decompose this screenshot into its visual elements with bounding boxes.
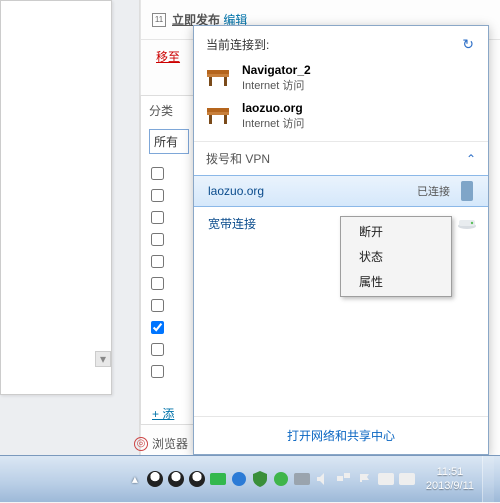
target-icon: ◎: [134, 437, 148, 451]
context-menu: 断开 状态 属性: [340, 216, 452, 297]
network-status: Internet 访问: [242, 118, 304, 130]
editor-textarea[interactable]: ▾: [0, 0, 112, 395]
tray-overflow-icon[interactable]: ▴: [125, 464, 145, 494]
network-entry[interactable]: Navigator_2 Internet 访问: [204, 59, 478, 97]
tray-qq-icon[interactable]: [187, 464, 208, 494]
context-menu-item-status[interactable]: 状态: [343, 244, 449, 269]
dialup-label: 拨号和 VPN: [206, 150, 270, 167]
category-checkbox[interactable]: [151, 272, 194, 294]
category-checkbox[interactable]: [151, 360, 194, 382]
tray-printer-icon[interactable]: [292, 464, 313, 494]
tray-qq-icon[interactable]: [166, 464, 187, 494]
browser-label: 浏览器: [152, 435, 188, 452]
category-checkbox[interactable]: [151, 162, 194, 184]
context-menu-item-disconnect[interactable]: 断开: [343, 219, 449, 244]
tray-shield-icon[interactable]: [250, 464, 271, 494]
editor-background: ▾: [0, 0, 140, 455]
tray-globe-icon[interactable]: [229, 464, 250, 494]
network-name: laozuo.org: [242, 101, 304, 115]
tray-ime-icon[interactable]: [397, 464, 418, 494]
connection-item-selected[interactable]: laozuo.org 已连接: [194, 175, 488, 207]
category-checkbox[interactable]: [151, 316, 194, 338]
refresh-icon[interactable]: ↻: [458, 34, 478, 55]
open-network-center-link[interactable]: 打开网络和共享中心: [194, 416, 488, 454]
category-checkbox[interactable]: [151, 184, 194, 206]
connection-name: laozuo.org: [208, 184, 417, 198]
category-header: 分类: [141, 96, 194, 125]
taskbar-clock[interactable]: 11:51 2013/9/11: [418, 465, 482, 493]
modem-icon: [456, 216, 478, 230]
clock-time: 11:51: [426, 465, 474, 479]
category-checkbox[interactable]: [151, 250, 194, 272]
current-networks: Navigator_2 Internet 访问 laozuo.org Inter…: [194, 59, 488, 142]
connection-state: 已连接: [417, 183, 450, 199]
context-menu-item-properties[interactable]: 属性: [343, 269, 449, 294]
tray-power-icon[interactable]: [376, 464, 397, 494]
system-tray: ▴ 11:51 2013/9/11: [125, 456, 500, 502]
tray-360-icon[interactable]: [271, 464, 292, 494]
server-icon: [456, 180, 478, 202]
category-checkbox[interactable]: [151, 294, 194, 316]
show-desktop-button[interactable]: [482, 456, 494, 503]
taskbar: ▴ 11:51 2013/9/11: [0, 455, 500, 502]
tray-u-icon[interactable]: [208, 464, 229, 494]
tray-action-center-icon[interactable]: [355, 464, 376, 494]
category-select[interactable]: 所有: [149, 129, 189, 154]
network-entry[interactable]: laozuo.org Internet 访问: [204, 97, 478, 135]
move-to-link[interactable]: 移至: [140, 48, 196, 65]
network-name: Navigator_2: [242, 63, 311, 77]
category-checkbox[interactable]: [151, 206, 194, 228]
calendar-icon: 11: [152, 13, 166, 27]
chevron-up-icon: ⌃: [466, 152, 476, 166]
add-category-link[interactable]: + 添: [152, 405, 174, 422]
category-checkbox[interactable]: [151, 338, 194, 360]
dialup-section-header[interactable]: 拨号和 VPN ⌃: [194, 142, 488, 175]
category-checklist: [141, 162, 194, 382]
category-box: 分类 所有: [140, 95, 195, 425]
category-checkbox[interactable]: [151, 228, 194, 250]
network-bench-icon: [204, 63, 232, 91]
tray-qq-icon[interactable]: [145, 464, 166, 494]
scroll-down-icon[interactable]: ▾: [95, 351, 111, 367]
clock-date: 2013/9/11: [426, 479, 474, 493]
tray-network-icon[interactable]: [334, 464, 355, 494]
tray-speaker-icon[interactable]: [313, 464, 334, 494]
browser-row: ◎ 浏览器: [134, 435, 188, 452]
network-status: Internet 访问: [242, 80, 304, 92]
network-bench-icon: [204, 101, 232, 129]
flyout-title: 当前连接到:: [206, 36, 269, 53]
